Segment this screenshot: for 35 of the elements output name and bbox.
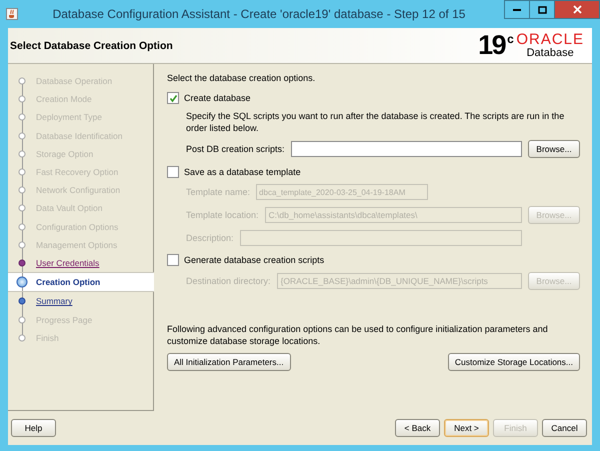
option-checkbox[interactable]: Create database bbox=[167, 92, 251, 104]
wizard-step[interactable]: Creation Option bbox=[8, 272, 154, 292]
nav-button[interactable]: Next > bbox=[444, 419, 489, 437]
window-title: Database Configuration Assistant - Create 'oracle19' database - Step 12 of 15 bbox=[52, 7, 466, 21]
browse-button[interactable]: Browse... bbox=[528, 140, 580, 158]
description-text: Specify the SQL scripts you want to run after the database is created. The scripts are run in the order listed below. bbox=[186, 110, 566, 134]
version-logo: 19$^{c}$ bbox=[478, 32, 512, 59]
product-name: Database bbox=[526, 46, 574, 60]
page-heading: Select Database Creation Option bbox=[10, 40, 173, 52]
text-field[interactable] bbox=[290, 141, 522, 157]
field-label: Destination directory: bbox=[186, 276, 271, 286]
wizard-step[interactable]: User Credentials bbox=[8, 254, 153, 272]
field-label: Template name: bbox=[186, 187, 250, 197]
instruction-text: Select the database creation options. bbox=[167, 72, 316, 84]
checkmark-icon bbox=[168, 94, 178, 102]
field-label: Template location: bbox=[186, 210, 259, 220]
minimize-icon bbox=[513, 8, 521, 10]
option-checkbox[interactable]: Generate database creation scripts bbox=[167, 254, 324, 266]
field-label: Post DB creation scripts: bbox=[186, 144, 285, 154]
close-button[interactable] bbox=[554, 0, 600, 19]
maximize-button[interactable] bbox=[529, 0, 555, 19]
field-label: Description: bbox=[186, 233, 234, 243]
advanced-button[interactable]: Customize Storage Locations... bbox=[448, 353, 580, 371]
advanced-text: Following advanced configuration options can be used to configure initialization parameters and customize database storage locations. bbox=[167, 323, 549, 347]
maximize-icon bbox=[538, 6, 546, 14]
app-icon bbox=[6, 8, 18, 20]
advanced-button[interactable]: All Initialization Parameters... bbox=[167, 353, 291, 371]
brand-logo: ORACLE bbox=[516, 32, 584, 47]
nav-button[interactable]: < Back bbox=[395, 419, 440, 437]
nav-button[interactable]: Cancel bbox=[542, 419, 587, 437]
help-button[interactable]: Help bbox=[11, 419, 56, 437]
option-checkbox[interactable]: Save as a database template bbox=[167, 166, 301, 178]
close-icon bbox=[572, 5, 582, 14]
minimize-button[interactable] bbox=[504, 0, 530, 19]
wizard-step[interactable]: Summary bbox=[8, 292, 153, 310]
